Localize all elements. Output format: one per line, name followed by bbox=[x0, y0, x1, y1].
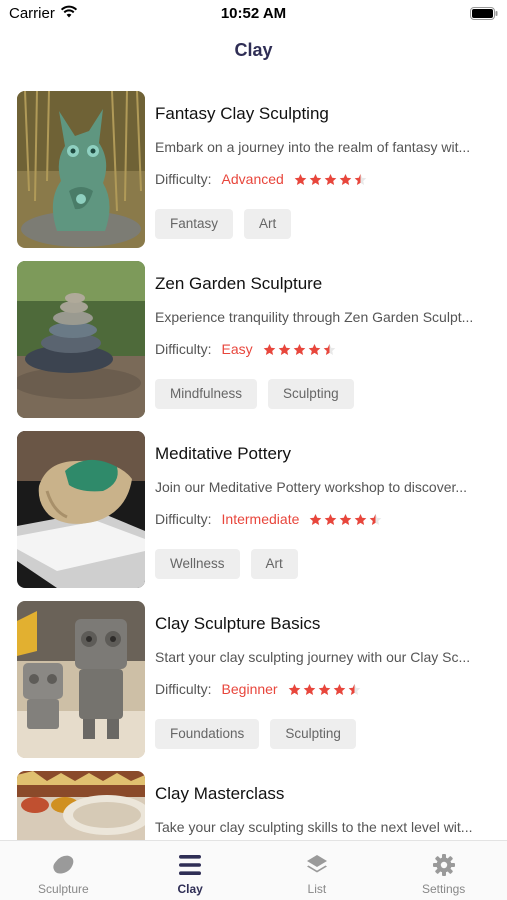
item-title: Clay Masterclass bbox=[155, 784, 285, 803]
difficulty-row: Difficulty: Easy bbox=[155, 341, 336, 357]
star-icon bbox=[354, 173, 367, 185]
thumbnail-image bbox=[17, 261, 145, 418]
battery-icon bbox=[470, 7, 498, 25]
tag[interactable]: Sculpting bbox=[270, 719, 356, 749]
tag[interactable]: Fantasy bbox=[155, 209, 234, 239]
star-icon bbox=[339, 173, 352, 185]
item-title: Fantasy Clay Sculpting bbox=[155, 104, 329, 123]
star-icon bbox=[324, 173, 337, 185]
list-item[interactable]: Meditative Pottery Join our Meditative P… bbox=[0, 430, 507, 600]
item-description: Embark on a journey into the realm of fa… bbox=[155, 139, 471, 155]
list-item[interactable]: Fantasy Clay Sculpting Embark on a journ… bbox=[0, 90, 507, 260]
tag[interactable]: Wellness bbox=[155, 549, 240, 579]
status-bar: Carrier 10:52 AM bbox=[0, 0, 507, 30]
star-icon bbox=[294, 173, 307, 185]
tag-list: Wellness Art bbox=[155, 549, 298, 579]
tab-clay[interactable]: Clay bbox=[127, 841, 254, 900]
item-description: Take your clay sculpting skills to the n… bbox=[155, 819, 473, 835]
difficulty-row: Difficulty: Intermediate bbox=[155, 511, 382, 527]
tag[interactable]: Mindfulness bbox=[155, 379, 258, 409]
tab-label: Sculpture bbox=[38, 882, 89, 896]
tag-list: Foundations Sculpting bbox=[155, 719, 356, 749]
star-icon bbox=[309, 173, 322, 185]
menu-lines-icon bbox=[178, 852, 202, 878]
tab-list[interactable]: List bbox=[254, 841, 381, 900]
star-rating bbox=[294, 173, 367, 186]
star-rating bbox=[309, 513, 382, 526]
star-icon bbox=[263, 343, 275, 355]
star-icon bbox=[370, 513, 382, 525]
tag[interactable]: Foundations bbox=[155, 719, 260, 749]
star-icon bbox=[310, 513, 322, 525]
tag[interactable]: Sculpting bbox=[268, 379, 354, 409]
list-item[interactable]: Clay Masterclass Take your clay sculptin… bbox=[0, 770, 507, 840]
clay-blob-icon bbox=[50, 852, 76, 878]
difficulty-value: Advanced bbox=[221, 171, 284, 187]
star-icon bbox=[333, 683, 345, 695]
star-icon bbox=[308, 343, 320, 355]
tab-bar: Sculpture Clay List Settings bbox=[0, 840, 507, 900]
tab-sculpture[interactable]: Sculpture bbox=[0, 841, 127, 900]
item-description: Join our Meditative Pottery workshop to … bbox=[155, 479, 468, 495]
difficulty-value: Easy bbox=[221, 341, 253, 357]
star-icon bbox=[323, 343, 335, 355]
clock: 10:52 AM bbox=[220, 5, 287, 22]
star-icon bbox=[340, 513, 352, 525]
star-icon bbox=[278, 343, 290, 355]
tab-label: Settings bbox=[421, 882, 466, 896]
difficulty-label: Difficulty: bbox=[155, 511, 212, 527]
difficulty-label: Difficulty: bbox=[155, 171, 212, 187]
star-icon bbox=[318, 683, 330, 695]
gear-icon bbox=[432, 852, 456, 878]
list-item[interactable]: Zen Garden Sculpture Experience tranquil… bbox=[0, 260, 507, 430]
item-title: Meditative Pottery bbox=[155, 444, 292, 463]
thumbnail-image bbox=[17, 91, 145, 248]
star-icon bbox=[293, 343, 305, 355]
list-item[interactable]: Clay Sculpture Basics Start your clay sc… bbox=[0, 600, 507, 770]
difficulty-row: Difficulty: Beginner bbox=[155, 681, 361, 697]
item-description: Experience tranquility through Zen Garde… bbox=[155, 309, 474, 325]
item-title: Zen Garden Sculpture bbox=[155, 274, 323, 293]
star-rating bbox=[263, 343, 336, 356]
tag-list: Mindfulness Sculpting bbox=[155, 379, 354, 409]
star-icon bbox=[288, 683, 300, 695]
tag[interactable]: Art bbox=[250, 549, 298, 579]
difficulty-row: Difficulty: Advanced bbox=[155, 171, 367, 187]
thumbnail-image bbox=[17, 771, 145, 840]
tab-label: Clay bbox=[177, 882, 203, 896]
difficulty-label: Difficulty: bbox=[155, 341, 212, 357]
thumbnail-image bbox=[17, 601, 145, 758]
item-description: Start your clay sculpting journey with o… bbox=[155, 649, 471, 665]
difficulty-value: Intermediate bbox=[221, 511, 300, 527]
course-list[interactable]: Fantasy Clay Sculpting Embark on a journ… bbox=[0, 90, 507, 840]
star-icon bbox=[325, 513, 337, 525]
tab-label: List bbox=[307, 882, 327, 896]
thumbnail-image bbox=[17, 431, 145, 588]
tab-settings[interactable]: Settings bbox=[380, 841, 507, 900]
item-title: Clay Sculpture Basics bbox=[155, 614, 321, 633]
star-rating bbox=[288, 683, 361, 696]
difficulty-value: Beginner bbox=[221, 681, 278, 697]
star-icon bbox=[303, 683, 315, 695]
layers-icon bbox=[305, 852, 329, 878]
page-title: Clay bbox=[234, 40, 273, 60]
tag-list: Fantasy Art bbox=[155, 209, 292, 239]
difficulty-label: Difficulty: bbox=[155, 681, 212, 697]
star-icon bbox=[355, 513, 367, 525]
tag[interactable]: Art bbox=[244, 209, 292, 239]
star-icon bbox=[348, 683, 360, 695]
